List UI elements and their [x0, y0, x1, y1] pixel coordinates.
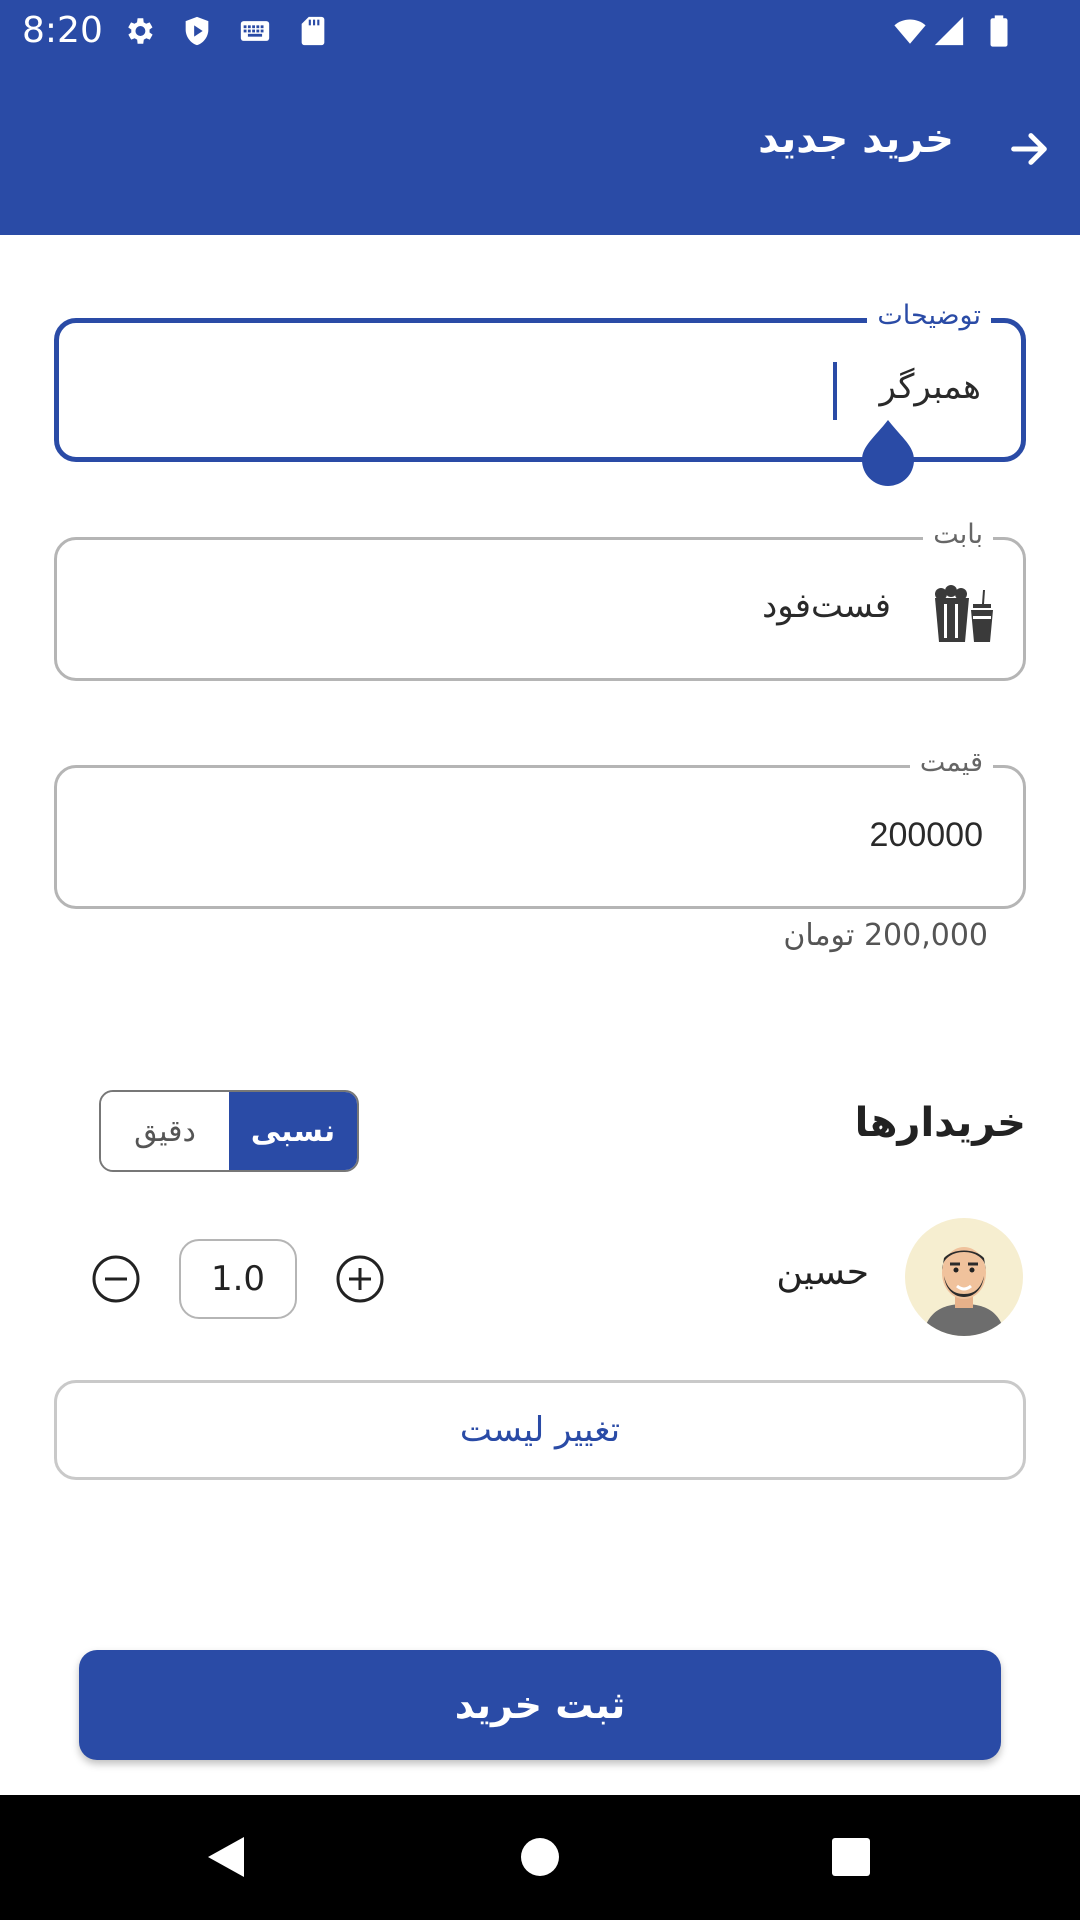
change-list-label: تغییر لیست — [459, 1410, 621, 1450]
text-cursor — [833, 362, 837, 420]
page-title: خرید جدید — [758, 116, 954, 162]
cursor-handle-icon[interactable] — [862, 420, 914, 486]
shield-play-icon — [185, 16, 209, 46]
submit-purchase-button[interactable]: ثبت خرید — [79, 1650, 1001, 1760]
buyer-name: حسین — [776, 1252, 869, 1293]
arrow-right-icon[interactable] — [1006, 126, 1052, 172]
nav-back-icon[interactable] — [204, 1835, 248, 1879]
avatar — [905, 1218, 1023, 1336]
price-label: قیمت — [909, 746, 993, 780]
screen: 8:20 خری — [0, 0, 1080, 1920]
change-list-button[interactable]: تغییر لیست — [54, 1380, 1026, 1480]
nav-recents-icon[interactable] — [831, 1837, 871, 1877]
mode-relative-button[interactable]: نسبی — [229, 1092, 357, 1170]
keyboard-icon — [240, 21, 270, 41]
description-label: توضیحات — [867, 299, 991, 333]
buyers-title: خریدارها — [854, 1100, 1026, 1146]
signal-icon — [934, 16, 964, 46]
category-label: بابت — [923, 518, 993, 552]
split-mode-toggle[interactable]: دقیق نسبی — [99, 1090, 359, 1172]
quantity-stepper[interactable]: 1.0 — [179, 1239, 297, 1319]
price-helper-text: 200,000 تومان — [783, 918, 988, 953]
nav-home-icon[interactable] — [520, 1837, 560, 1877]
gear-icon — [128, 18, 153, 44]
minus-circle-icon[interactable] — [91, 1254, 141, 1304]
status-time: 8:20 — [22, 10, 103, 51]
battery-icon — [990, 15, 1008, 47]
submit-label: ثبت خرید — [454, 1683, 626, 1727]
quantity-value: 1.0 — [210, 1259, 266, 1299]
category-field[interactable]: بابت فست‌فود — [54, 518, 1026, 681]
status-bar: 8:20 — [0, 0, 1080, 62]
navigation-bar — [0, 1795, 1080, 1920]
plus-circle-icon[interactable] — [335, 1254, 385, 1304]
price-value: 200000 — [869, 816, 983, 854]
mode-exact-button[interactable]: دقیق — [101, 1092, 229, 1170]
sd-card-icon — [301, 16, 325, 46]
wifi-icon — [894, 19, 926, 44]
fastfood-icon — [935, 585, 993, 642]
category-value: فست‌فود — [762, 586, 891, 626]
price-field[interactable]: قیمت 200000 — [54, 746, 1026, 909]
description-value: همبرگر — [879, 367, 981, 407]
person-avatar-icon — [923, 1247, 1005, 1336]
